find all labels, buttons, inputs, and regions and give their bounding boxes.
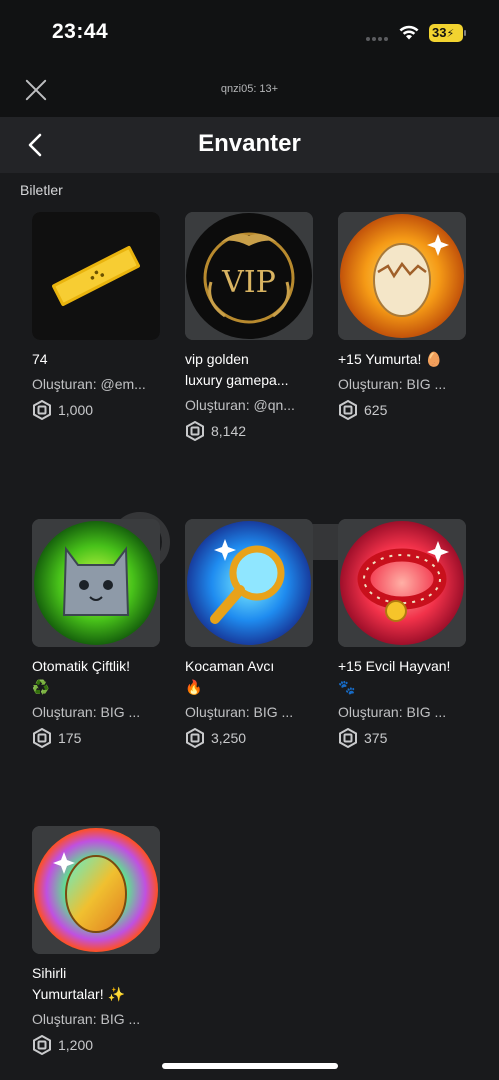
item-name: 74 [32,349,160,370]
item-thumbnail [338,519,466,647]
robux-icon [186,421,204,441]
inventory-item[interactable]: Sihirli Yumurtalar! ✨ Oluşturan: BIG ...… [32,826,160,1055]
robux-icon [33,400,51,420]
item-creator: Oluşturan: BIG ... [32,704,141,720]
robux-icon [33,728,51,748]
price-value: 175 [58,730,82,746]
item-thumbnail [32,826,160,954]
inventory-item[interactable]: VIP vip golden luxury gamepa... Oluştura… [185,212,313,441]
price-value: 375 [364,730,388,746]
item-name-line: +15 Yumurta! 🥚 [338,351,443,367]
item-name-line: Kocaman Avcı [185,658,275,674]
svg-text:VIP: VIP [221,265,276,300]
item-price: 1,200 [32,1035,160,1055]
item-creator: Oluşturan: @em... [32,376,146,392]
item-price: 375 [338,728,466,748]
section-label: Biletler [20,182,63,198]
item-thumbnail [185,519,313,647]
robux-icon [339,400,357,420]
item-price: 175 [32,728,160,748]
item-name-line: Yumurtalar! ✨ [32,986,125,1002]
inventory-item[interactable]: Kocaman Avcı 🔥 Oluşturan: BIG ... 3,250 [185,519,313,748]
robux-icon [33,1035,51,1055]
item-thumbnail [32,519,160,647]
battery-level: 33 [432,25,447,40]
item-name-line: luxury gamepa... [185,372,289,388]
item-price: 1,000 [32,400,160,420]
home-indicator[interactable] [162,1063,338,1069]
price-value: 3,250 [211,730,247,746]
item-creator: Oluşturan: BIG ... [338,376,447,392]
item-creator: Oluşturan: BIG ... [338,704,447,720]
item-creator: Oluşturan: BIG ... [185,704,294,720]
item-thumbnail [338,212,466,340]
inventory-item[interactable]: +15 Yumurta! 🥚 Oluşturan: BIG ... 625 [338,212,466,420]
item-name-line: 🔥 [185,679,203,695]
item-name-line: ♻️ [32,679,50,695]
inventory-item[interactable]: 74 Oluşturan: @em... 1,000 [32,212,160,420]
item-price: 8,142 [185,421,313,441]
price-value: 625 [364,402,388,418]
charging-bolt-icon: ⚡ [446,28,455,40]
inventory-item[interactable]: +15 Evcil Hayvan! 🐾 Oluşturan: BIG ... 3… [338,519,466,748]
wifi-icon [399,25,419,40]
item-name: +15 Yumurta! 🥚 [338,349,466,370]
item-creator: Oluşturan: BIG ... [32,1011,141,1027]
item-name-line: Otomatik Çiftlik! [32,658,131,674]
top-bar: qnzi05: 13+ [0,66,499,117]
item-thumbnail: VIP [185,212,313,340]
item-price: 625 [338,400,466,420]
price-value: 1,200 [58,1037,94,1053]
item-name-line: Sihirli [32,965,67,981]
item-name-line: +15 Evcil Hayvan! [338,658,451,674]
item-name: Kocaman Avcı 🔥 [185,656,313,698]
item-thumbnail [32,212,160,340]
item-creator: Oluşturan: @qn... [185,397,295,413]
inventory-item[interactable]: Otomatik Çiftlik! ♻️ Oluşturan: BIG ... … [32,519,160,748]
item-price: 3,250 [185,728,313,748]
item-name: +15 Evcil Hayvan! 🐾 [338,656,466,698]
nav-bar: Envanter [0,117,499,173]
page-title: Envanter [198,130,301,157]
item-name: Otomatik Çiftlik! ♻️ [32,656,160,698]
battery-indicator: 33⚡ [429,24,466,42]
account-label: qnzi05: 13+ [220,83,279,95]
robux-icon [339,728,357,748]
robux-icon [186,728,204,748]
item-name: Sihirli Yumurtalar! ✨ [32,963,160,1005]
item-name-line: 74 [32,351,48,367]
item-name-line: 🐾 [338,679,356,695]
price-value: 8,142 [211,423,247,439]
cellular-signal-icon [366,37,390,42]
price-value: 1,000 [58,402,94,418]
status-bar: 23:44 33⚡ [0,0,499,66]
item-name: vip golden luxury gamepa... [185,349,313,391]
item-name-line: vip golden [185,351,249,367]
status-time: 23:44 [52,20,109,43]
